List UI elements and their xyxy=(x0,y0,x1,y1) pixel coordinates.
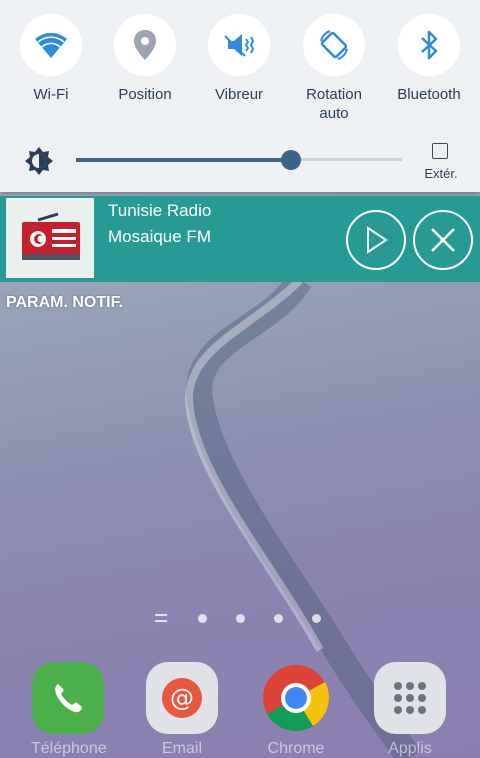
dock-chrome-app[interactable]: Chrome xyxy=(259,662,333,758)
svg-text:@: @ xyxy=(170,684,194,712)
page-dot[interactable] xyxy=(236,613,245,623)
tile-label-position: Position xyxy=(118,86,172,103)
email-icon: @ xyxy=(162,678,202,718)
bluetooth-icon xyxy=(421,30,438,60)
radio-icon xyxy=(22,212,80,260)
notification-subtitle: Mosaique FM xyxy=(108,227,211,246)
play-icon xyxy=(367,226,388,254)
quick-settings-panel: Wi-Fi Position Vibreur Rotation auto Blu… xyxy=(0,0,480,192)
vibrate-tile[interactable]: Vibreur xyxy=(192,14,286,104)
brightness-slider-thumb[interactable] xyxy=(281,150,302,170)
tile-label-rotation: Rotation auto xyxy=(306,86,362,122)
wifi-icon xyxy=(35,32,67,58)
play-button[interactable] xyxy=(346,210,406,270)
brightness-slider[interactable] xyxy=(76,150,402,170)
dock-phone-app[interactable]: Téléphone xyxy=(31,662,107,758)
page-dot[interactable] xyxy=(312,613,321,623)
dock-label-chrome: Chrome xyxy=(267,740,325,757)
dock-label-phone: Téléphone xyxy=(31,740,107,757)
tile-label-bluetooth: Bluetooth xyxy=(397,86,461,103)
radio-notification[interactable]: Tunisie Radio Mosaique FM xyxy=(0,196,480,282)
auto-rotate-tile[interactable]: Rotation auto xyxy=(287,14,381,123)
close-icon xyxy=(431,228,455,252)
wifi-tile[interactable]: Wi-Fi xyxy=(4,14,98,104)
phone-icon xyxy=(55,684,82,713)
brightness-icon xyxy=(25,147,53,175)
dock-label-apps: Applis xyxy=(388,740,432,757)
bluetooth-tile[interactable]: Bluetooth xyxy=(382,14,476,104)
tile-label-wifi: Wi-Fi xyxy=(33,86,69,103)
notification-title: Tunisie Radio xyxy=(108,201,212,220)
dock-email-app[interactable]: @ Email xyxy=(145,662,219,758)
page-dot[interactable] xyxy=(198,613,207,623)
chrome-icon xyxy=(263,665,329,731)
radio-app-icon-box xyxy=(6,198,94,278)
page-indicator xyxy=(154,612,350,624)
tile-label-vibrate: Vibreur xyxy=(214,86,264,103)
close-button[interactable] xyxy=(413,210,473,270)
dock-label-email: Email xyxy=(161,740,202,757)
dock-apps-app[interactable]: Applis xyxy=(373,662,447,758)
outdoor-mode-label: Extér. xyxy=(424,166,458,181)
notification-settings-link[interactable]: PARAM. NOTIF. xyxy=(6,294,123,312)
page-dot[interactable] xyxy=(274,613,283,623)
apps-grid-icon xyxy=(394,682,426,714)
location-icon xyxy=(134,30,156,60)
auto-rotate-icon xyxy=(320,30,348,60)
brightness-slider-fill xyxy=(76,158,292,162)
outdoor-mode-checkbox[interactable] xyxy=(432,143,448,159)
home-page-indicator-icon xyxy=(155,614,167,622)
position-tile[interactable]: Position xyxy=(98,14,192,104)
vibrate-icon xyxy=(224,34,255,57)
